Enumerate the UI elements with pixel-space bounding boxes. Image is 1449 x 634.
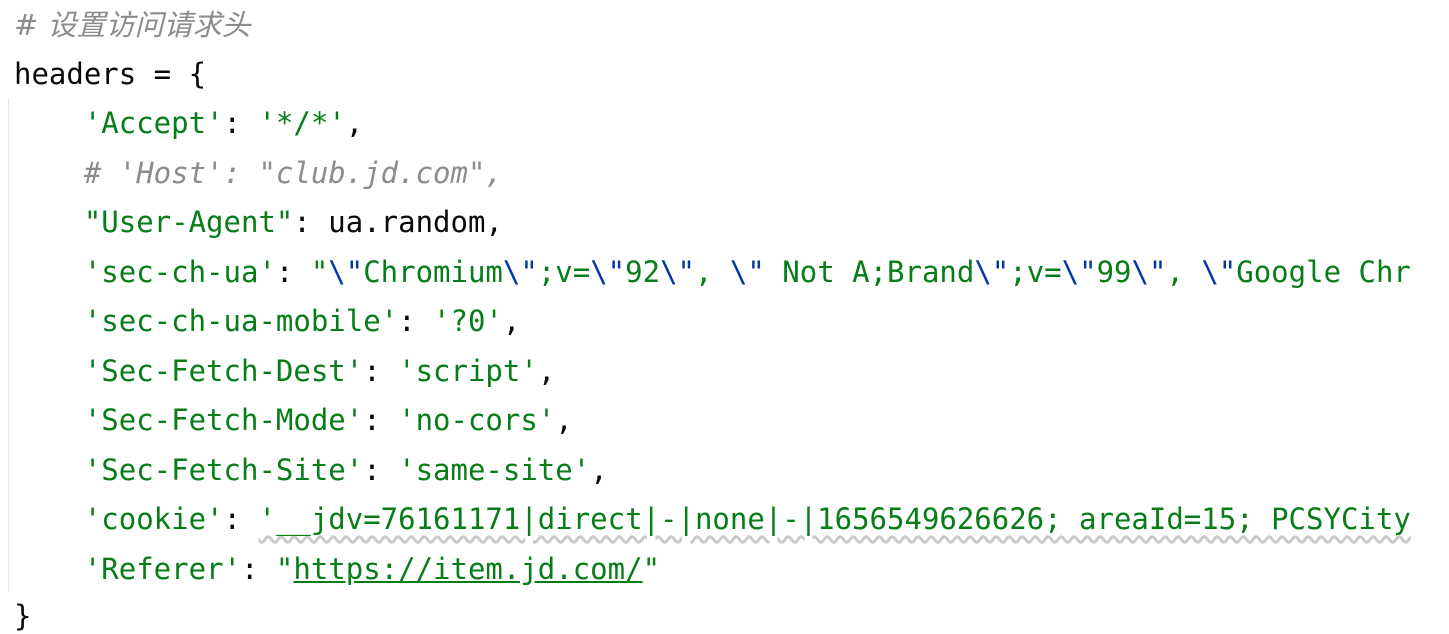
accept-key: 'Accept': [83, 106, 224, 140]
string-segment: 99: [1096, 255, 1132, 289]
variable-headers: headers: [14, 57, 137, 91]
string-segment: ,: [694, 255, 730, 289]
dest-comma: ,: [537, 354, 556, 388]
referer-colon: :: [240, 552, 276, 586]
indent-guide: [8, 98, 9, 592]
string-segment: ,: [1166, 255, 1202, 289]
user-agent-key: "User-Agent": [83, 205, 294, 239]
code-editor[interactable]: # 设置访问请求头 headers = { 'Accept': '*/*', #…: [0, 0, 1449, 634]
referer-quote-open: ": [275, 552, 294, 586]
cookie-colon: :: [223, 502, 259, 536]
user-agent-colon: :: [293, 205, 329, 239]
string-segment: Not A;Brand: [764, 255, 975, 289]
escape-seq: \": [1061, 255, 1097, 289]
string-segment: ;v=: [537, 255, 591, 289]
code-line-host-comment[interactable]: # 'Host': "club.jd.com",: [14, 153, 503, 193]
mode-colon: :: [363, 403, 399, 437]
cookie-key: 'cookie': [83, 502, 224, 536]
sec-ch-ua-key: 'sec-ch-ua': [83, 255, 276, 289]
site-key: 'Sec-Fetch-Site': [83, 453, 364, 487]
code-line-accept[interactable]: 'Accept': '*/*',: [14, 103, 363, 143]
cookie-value: '__jdv=76161171|direct|-|none|-|16565496…: [258, 502, 1411, 536]
comment-title: # 设置访问请求头: [14, 8, 251, 42]
mode-key: 'Sec-Fetch-Mode': [83, 403, 364, 437]
mobile-value: '?0': [433, 304, 503, 338]
mobile-colon: :: [398, 304, 434, 338]
string-segment: ;v=: [1009, 255, 1062, 289]
code-line-close-brace[interactable]: }: [14, 596, 31, 634]
string-segment: 92: [625, 255, 661, 289]
string-segment: Google Chr: [1236, 255, 1411, 289]
code-line-comment-title[interactable]: # 设置访问请求头: [14, 5, 251, 45]
accept-comma: ,: [345, 106, 364, 140]
sec-ch-ua-colon: :: [275, 255, 311, 289]
code-line-referer[interactable]: 'Referer': "https://item.jd.com/": [14, 549, 660, 589]
escape-seq: \": [1131, 255, 1167, 289]
code-line-sec-fetch-site[interactable]: 'Sec-Fetch-Site': 'same-site',: [14, 450, 608, 490]
mode-comma: ,: [555, 403, 573, 437]
referer-key: 'Referer': [83, 552, 241, 586]
site-colon: :: [363, 453, 399, 487]
user-agent-comma: ,: [485, 205, 503, 239]
code-line-cookie[interactable]: 'cookie': '__jdv=76161171|direct|-|none|…: [14, 499, 1411, 539]
code-line-sec-fetch-mode[interactable]: 'Sec-Fetch-Mode': 'no-cors',: [14, 400, 573, 440]
code-line-user-agent[interactable]: "User-Agent": ua.random,: [14, 202, 503, 242]
escape-seq: \": [590, 255, 626, 289]
escape-seq: \": [974, 255, 1010, 289]
close-brace: }: [14, 599, 32, 633]
dest-colon: :: [363, 354, 399, 388]
code-line-sec-ch-ua[interactable]: 'sec-ch-ua': "\"Chromium\";v=\"92\", \" …: [14, 252, 1411, 292]
escape-seq: \": [328, 255, 364, 289]
referer-url-link[interactable]: https://item.jd.com/: [293, 552, 642, 586]
code-line-sec-fetch-dest[interactable]: 'Sec-Fetch-Dest': 'script',: [14, 351, 555, 391]
mobile-key: 'sec-ch-ua-mobile': [83, 304, 399, 338]
site-value: 'same-site': [398, 453, 591, 487]
string-segment: Chromium: [363, 255, 503, 289]
host-comment: # 'Host': "club.jd.com",: [83, 156, 503, 190]
sec-ch-ua-quote: ": [310, 255, 329, 289]
escape-seq: \": [660, 255, 695, 289]
accept-colon: :: [223, 106, 259, 140]
accept-value: '*/*': [258, 106, 346, 140]
mode-value: 'no-cors': [398, 403, 556, 437]
dest-key: 'Sec-Fetch-Dest': [83, 354, 364, 388]
mobile-comma: ,: [502, 304, 521, 338]
code-line-sec-ch-ua-mobile[interactable]: 'sec-ch-ua-mobile': '?0',: [14, 301, 521, 341]
referer-quote-close: ": [642, 552, 661, 586]
user-agent-value: ua.random: [328, 205, 486, 239]
escape-seq: \": [729, 255, 765, 289]
assign-open-brace: = {: [136, 57, 207, 91]
site-comma: ,: [590, 453, 608, 487]
code-line-headers-open[interactable]: headers = {: [14, 54, 206, 94]
escape-seq: \": [1201, 255, 1237, 289]
escape-seq: \": [502, 255, 538, 289]
dest-value: 'script': [398, 354, 538, 388]
